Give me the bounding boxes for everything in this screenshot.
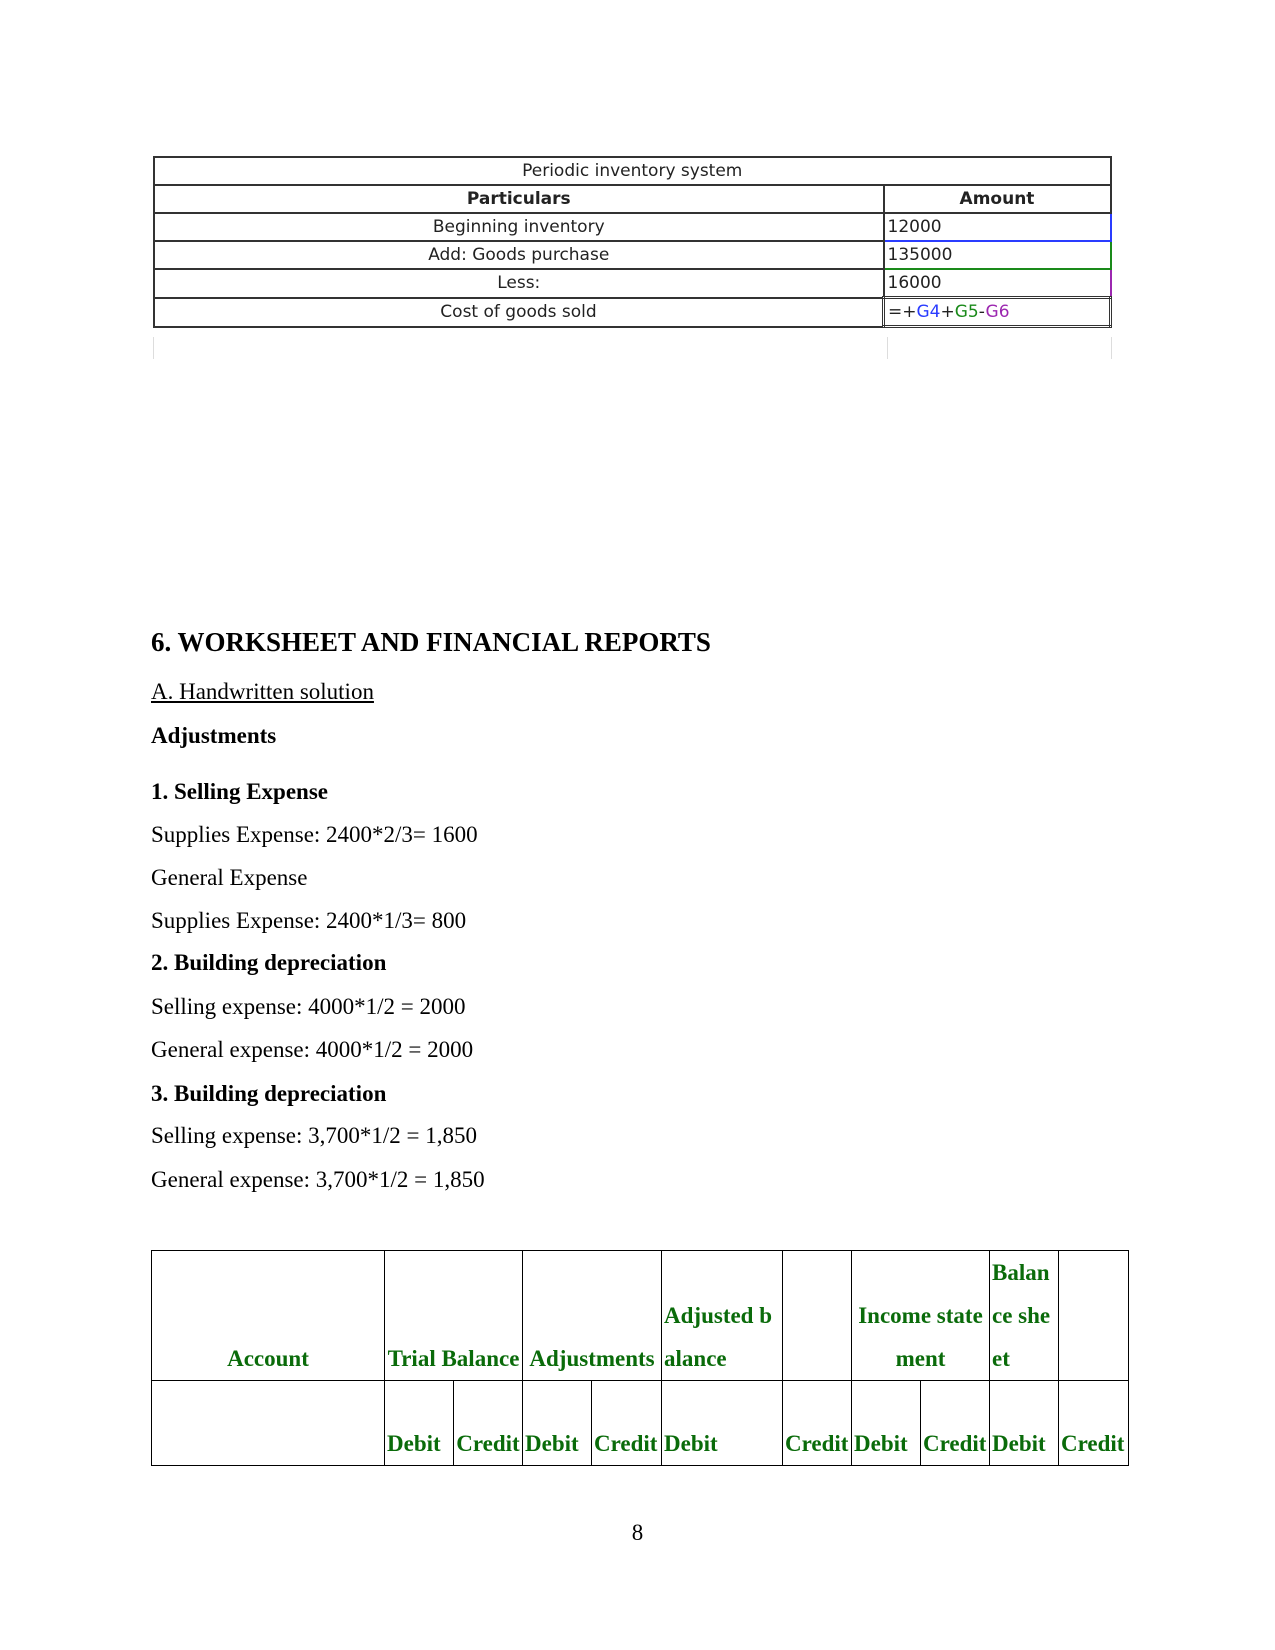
sub-credit: Credit bbox=[590, 1380, 663, 1466]
adjustment-line: Selling expense: 3,700*1/2 = 1,850 bbox=[151, 1123, 477, 1148]
particular-cell: Less: bbox=[153, 268, 885, 299]
particular-cell: Add: Goods purchase bbox=[153, 240, 885, 270]
amount-cell[interactable]: 12000 bbox=[882, 212, 1112, 242]
formula-cell[interactable]: =+G4+G5-G6 bbox=[882, 296, 1112, 328]
gridline bbox=[1111, 337, 1112, 359]
adjustment-line: 2. Building depreciation bbox=[151, 950, 387, 975]
adjustment-line: Supplies Expense: 2400*1/3= 800 bbox=[151, 908, 467, 933]
formula-part: - bbox=[978, 302, 986, 322]
gridline bbox=[153, 337, 154, 359]
spreadsheet-title: Periodic inventory system bbox=[153, 156, 1112, 186]
formula-part: + bbox=[940, 302, 955, 322]
header-particulars: Particulars bbox=[153, 184, 885, 214]
header-adjustments: Adjustments bbox=[521, 1250, 663, 1381]
worksheet-table: Account Trial Balance Adjustments Adjust… bbox=[151, 1250, 1130, 1466]
sub-cell bbox=[151, 1380, 385, 1466]
header-trial-balance: Trial Balance bbox=[384, 1250, 523, 1381]
sub-credit: Credit bbox=[782, 1380, 853, 1466]
particular-cell: Cost of goods sold bbox=[153, 296, 885, 328]
adjustment-line: General Expense bbox=[151, 865, 308, 890]
header-empty bbox=[782, 1250, 853, 1381]
particular-cell: Beginning inventory bbox=[153, 212, 885, 242]
header-balance-sheet: Balance sheet bbox=[989, 1250, 1060, 1381]
adjustment-line: General expense: 4000*1/2 = 2000 bbox=[151, 1037, 474, 1062]
adjustment-line: Supplies Expense: 2400*2/3= 1600 bbox=[151, 822, 478, 847]
formula-ref-g5: G5 bbox=[954, 302, 979, 322]
formula-ref-g4: G4 bbox=[916, 302, 941, 322]
adjustment-line: Selling expense: 4000*1/2 = 2000 bbox=[151, 994, 466, 1019]
formula-ref-g6: G6 bbox=[985, 302, 1010, 322]
periodic-inventory-spreadsheet: Periodic inventory system Particulars Am… bbox=[153, 156, 1112, 328]
sub-debit: Debit bbox=[522, 1380, 592, 1466]
formula-part: =+ bbox=[888, 302, 917, 322]
sub-debit: Debit bbox=[384, 1380, 454, 1466]
gridline bbox=[887, 337, 888, 359]
page-number: 8 bbox=[631, 1520, 644, 1545]
sub-credit: Credit bbox=[920, 1380, 991, 1466]
amount-cell[interactable]: 16000 bbox=[882, 268, 1112, 299]
header-amount: Amount bbox=[882, 184, 1112, 214]
adjustment-line: 1. Selling Expense bbox=[151, 779, 329, 804]
section-heading: 6. WORKSHEET AND FINANCIAL REPORTS bbox=[151, 627, 711, 657]
amount-cell[interactable]: 135000 bbox=[882, 240, 1112, 270]
header-adjusted-balance: Adjusted balance bbox=[661, 1250, 784, 1381]
header-empty bbox=[1058, 1250, 1130, 1381]
sub-debit: Debit bbox=[851, 1380, 922, 1466]
adjustment-line: General expense: 3,700*1/2 = 1,850 bbox=[151, 1167, 485, 1192]
sub-credit: Credit bbox=[453, 1380, 523, 1466]
adjustment-line: 3. Building depreciation bbox=[151, 1081, 387, 1106]
document-page: Periodic inventory system Particulars Am… bbox=[0, 0, 1275, 1650]
sub-debit: Debit bbox=[989, 1380, 1060, 1466]
header-income-statement: Income statement bbox=[851, 1250, 991, 1381]
adjustments-label: Adjustments bbox=[151, 723, 277, 748]
subheading: A. Handwritten solution bbox=[151, 679, 374, 704]
header-account: Account bbox=[151, 1250, 385, 1381]
sub-credit: Credit bbox=[1058, 1380, 1130, 1466]
sub-debit: Debit bbox=[661, 1380, 784, 1466]
